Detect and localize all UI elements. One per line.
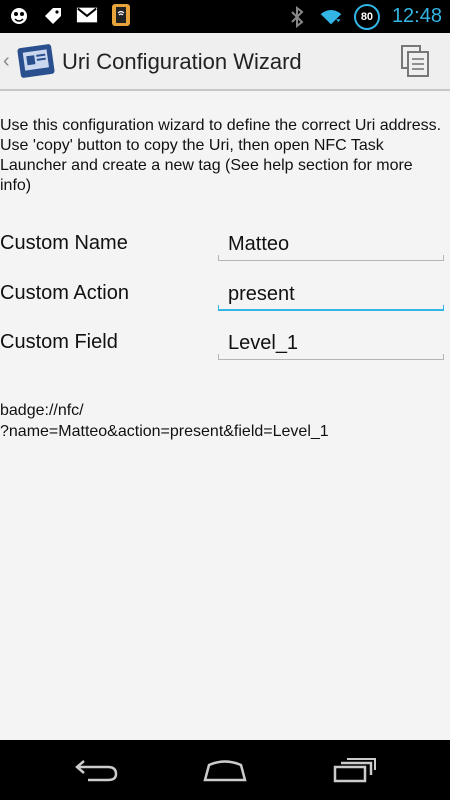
navigation-bar bbox=[0, 740, 450, 800]
custom-action-input[interactable] bbox=[218, 277, 444, 311]
uri-line-2: ?name=Matteo&action=present&field=Level_… bbox=[0, 423, 329, 440]
custom-name-input[interactable] bbox=[218, 227, 444, 261]
field-underline bbox=[218, 359, 444, 360]
recent-apps-icon bbox=[333, 758, 376, 783]
uri-output: badge://nfc/ ?name=Matteo&action=present… bbox=[0, 400, 329, 442]
custom-action-label: Custom Action bbox=[0, 282, 129, 304]
back-icon bbox=[75, 760, 118, 782]
up-caret-icon[interactable]: ‹ bbox=[3, 50, 10, 73]
field-underline-tick bbox=[218, 305, 219, 311]
copy-button[interactable] bbox=[398, 43, 432, 79]
back-button[interactable] bbox=[72, 754, 122, 786]
field-underline-tick bbox=[218, 354, 219, 360]
page-title: Uri Configuration Wizard bbox=[62, 49, 302, 74]
nfc-app-icon bbox=[110, 4, 132, 26]
custom-field-field[interactable] bbox=[218, 326, 444, 360]
custom-action-field[interactable] bbox=[218, 277, 444, 311]
custom-name-field[interactable] bbox=[218, 227, 444, 261]
field-underline-tick bbox=[218, 255, 219, 261]
field-underline-tick bbox=[443, 354, 444, 360]
notification-app-icon bbox=[8, 4, 30, 26]
clock: 12:48 bbox=[391, 5, 442, 27]
field-underline bbox=[218, 309, 444, 311]
app-logo-icon[interactable] bbox=[16, 41, 56, 81]
home-icon bbox=[203, 760, 247, 782]
field-underline-tick bbox=[443, 255, 444, 261]
custom-field-input[interactable] bbox=[218, 326, 444, 360]
custom-name-label: Custom Name bbox=[0, 232, 128, 254]
wifi-icon bbox=[320, 6, 342, 28]
home-button[interactable] bbox=[200, 754, 250, 786]
field-underline-tick bbox=[443, 305, 444, 311]
status-bar: 80 12:48 bbox=[0, 0, 450, 33]
gmail-icon bbox=[76, 4, 98, 26]
uri-line-1: badge://nfc/ bbox=[0, 402, 84, 419]
custom-field-label: Custom Field bbox=[0, 331, 118, 353]
copy-icon bbox=[401, 45, 429, 77]
battery-icon: 80 bbox=[353, 3, 380, 30]
recent-apps-button[interactable] bbox=[330, 754, 380, 786]
bluetooth-icon bbox=[286, 5, 308, 28]
notification-tag-icon bbox=[42, 4, 64, 26]
intro-text: Use this configuration wizard to define … bbox=[0, 117, 442, 194]
action-bar: ‹ Uri Configuration Wizard bbox=[0, 33, 450, 91]
content-area: Use this configuration wizard to define … bbox=[0, 91, 450, 740]
field-underline bbox=[218, 260, 444, 261]
